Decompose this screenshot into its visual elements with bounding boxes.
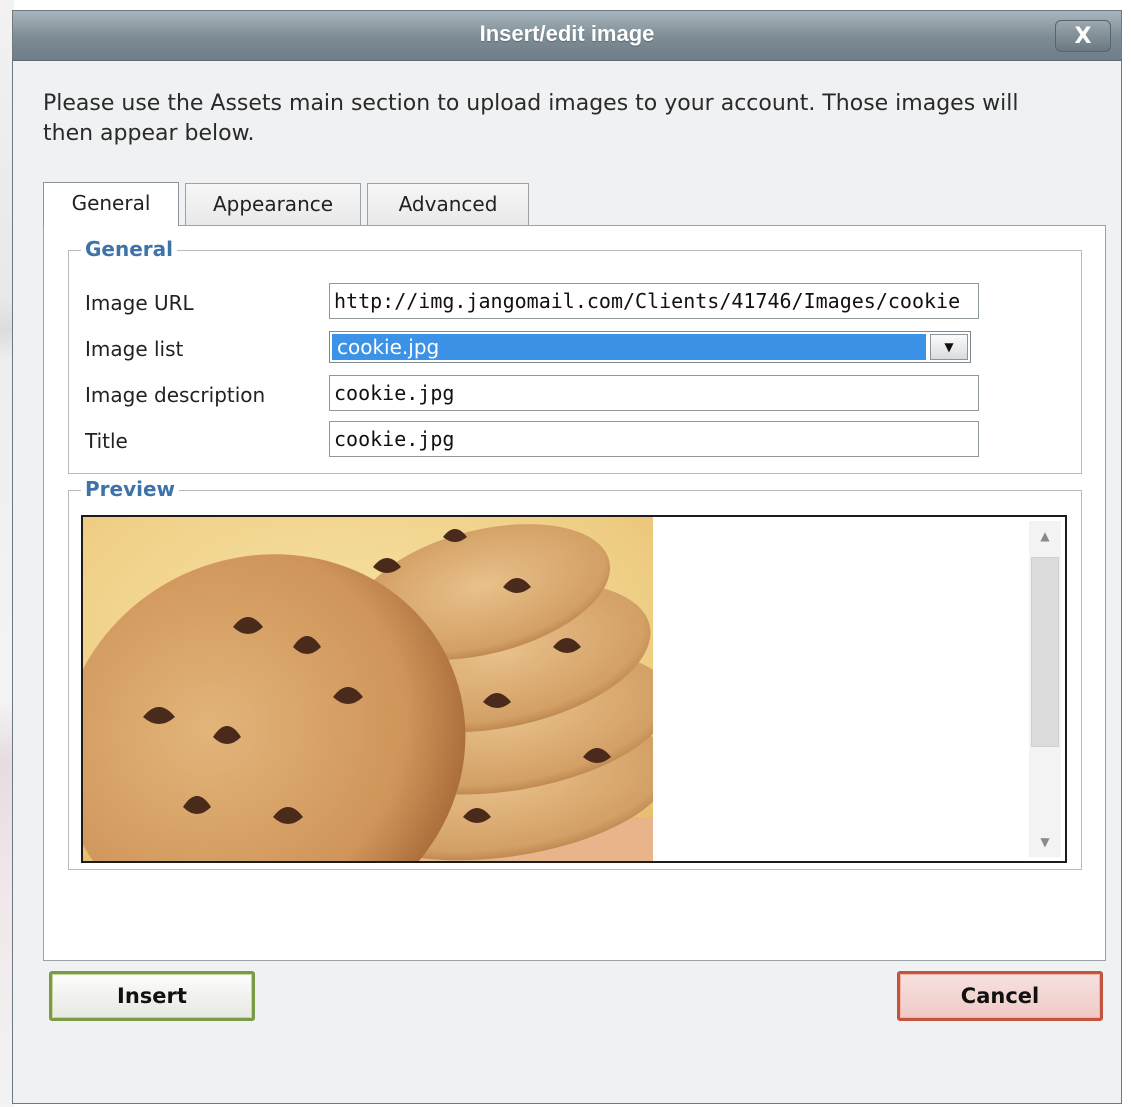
insert-button[interactable]: Insert (49, 971, 255, 1021)
preview-fieldset: Preview ▲ ▼ (68, 477, 1082, 870)
cookie-image (83, 517, 653, 861)
dialog-title: Insert/edit image (479, 21, 655, 46)
scroll-up-icon[interactable]: ▲ (1029, 521, 1061, 551)
title-input[interactable]: cookie.jpg (329, 421, 979, 457)
image-url-input[interactable]: http://img.jangomail.com/Clients/41746/I… (329, 283, 979, 319)
image-list-select[interactable]: cookie.jpg ▼ (329, 331, 971, 363)
close-button[interactable]: X (1055, 20, 1111, 52)
image-list-selected-value: cookie.jpg (332, 334, 926, 360)
image-description-label: Image description (85, 383, 266, 407)
general-legend: General (81, 237, 177, 261)
image-description-input[interactable]: cookie.jpg (329, 375, 979, 411)
chevron-down-icon[interactable]: ▼ (930, 334, 968, 360)
scroll-thumb[interactable] (1031, 557, 1059, 747)
intro-text: Please use the Assets main section to up… (43, 91, 1019, 146)
preview-legend: Preview (81, 477, 180, 501)
tab-advanced[interactable]: Advanced (367, 183, 529, 225)
title-label: Title (85, 429, 128, 453)
tab-appearance[interactable]: Appearance (185, 183, 361, 225)
tab-general[interactable]: General (43, 182, 179, 226)
close-icon: X (1074, 23, 1092, 49)
insert-edit-image-dialog: Insert/edit image X Please use the Asset… (12, 10, 1122, 1104)
preview-scrollbar[interactable]: ▲ ▼ (1029, 521, 1061, 857)
image-list-label: Image list (85, 337, 184, 361)
general-fieldset: General Image URL http://img.jangomail.c… (68, 237, 1082, 474)
image-url-label: Image URL (85, 291, 194, 315)
scroll-down-icon[interactable]: ▼ (1029, 827, 1061, 857)
tab-panel-general: General Image URL http://img.jangomail.c… (43, 225, 1106, 961)
title-bar[interactable]: Insert/edit image X (13, 11, 1121, 61)
preview-frame: ▲ ▼ (81, 515, 1067, 863)
cancel-button[interactable]: Cancel (897, 971, 1103, 1021)
